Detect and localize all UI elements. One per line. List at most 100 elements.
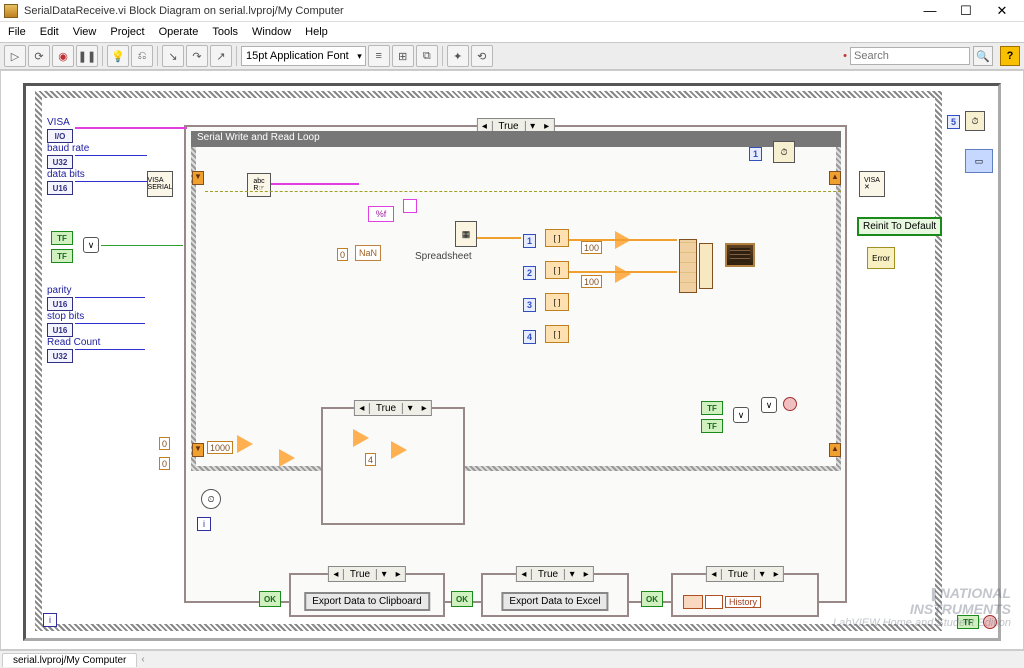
run-button[interactable]: ▷: [4, 45, 26, 67]
shift-reg-left-1[interactable]: [192, 171, 204, 185]
shift-reg-right-2[interactable]: [829, 443, 841, 457]
const-one[interactable]: 1: [749, 147, 762, 161]
distribute-button[interactable]: ⊞: [392, 45, 414, 67]
menu-view[interactable]: View: [67, 24, 103, 40]
index-array-2[interactable]: [ ]: [545, 261, 569, 279]
wait-until-next-ms-node[interactable]: ⏱: [965, 111, 985, 131]
export-case-1[interactable]: ◂True▾▸ Export Data to Clipboard: [289, 573, 445, 617]
divide-node-b[interactable]: [615, 265, 631, 283]
inner-case-structure[interactable]: ◂True▾▸: [321, 407, 465, 525]
const-idx1[interactable]: 1: [523, 234, 536, 248]
reinit-to-default-node[interactable]: Reinit To Default: [857, 217, 942, 236]
menu-operate[interactable]: Operate: [153, 24, 205, 40]
loop-stop-terminal[interactable]: [783, 397, 797, 411]
const-zero-idx[interactable]: 0: [337, 248, 348, 261]
wait-ms-node[interactable]: ⏱: [773, 141, 795, 163]
export-case-2-selector[interactable]: ◂True▾▸: [516, 566, 594, 582]
ok-button-3[interactable]: OK: [641, 591, 663, 607]
case-next-icon[interactable]: ▸: [540, 121, 554, 132]
search-button[interactable]: 🔍: [973, 46, 993, 66]
add-node[interactable]: [353, 429, 369, 447]
index-array-3[interactable]: [ ]: [545, 293, 569, 311]
divide-node-inner[interactable]: [391, 441, 407, 459]
shift-reg-left-2[interactable]: [192, 443, 204, 457]
step-into-button[interactable]: ↘: [162, 45, 184, 67]
outer-stop-bool[interactable]: TF: [957, 615, 979, 629]
export-case-3-selector[interactable]: ◂True▾▸: [706, 566, 784, 582]
export-clipboard-button[interactable]: Export Data to Clipboard: [304, 592, 430, 611]
const-four[interactable]: 4: [365, 453, 376, 466]
project-tab[interactable]: serial.lvproj/My Computer: [2, 653, 137, 667]
menu-help[interactable]: Help: [299, 24, 334, 40]
format-string-const[interactable]: %f: [368, 206, 394, 222]
const-zero-a[interactable]: 0: [159, 437, 170, 450]
control-baud-rate[interactable]: baud rateU32: [47, 143, 89, 169]
pause-button[interactable]: ❚❚: [76, 45, 98, 67]
reorder-button[interactable]: ⧉: [416, 45, 438, 67]
nan-const[interactable]: NaN: [355, 245, 381, 261]
menu-window[interactable]: Window: [246, 24, 297, 40]
select-node[interactable]: [279, 449, 295, 467]
menu-edit[interactable]: Edit: [34, 24, 65, 40]
history-prop-node[interactable]: [705, 595, 723, 609]
abort-button[interactable]: ◉: [52, 45, 74, 67]
search-input[interactable]: [850, 47, 970, 65]
greater-than-node[interactable]: [237, 435, 253, 453]
font-selector[interactable]: 15pt Application Font: [241, 46, 366, 66]
waveform-chart-indicator[interactable]: [725, 243, 755, 267]
control-parity[interactable]: parityU16: [47, 285, 73, 311]
boolean-control-b[interactable]: TF: [51, 249, 73, 263]
tab-control-indicator[interactable]: ▭: [965, 149, 993, 173]
stop-bool-a[interactable]: TF: [701, 401, 723, 415]
const-zero-b[interactable]: 0: [159, 457, 170, 470]
highlight-exec-button[interactable]: 💡: [107, 45, 129, 67]
index-array-4[interactable]: [ ]: [545, 325, 569, 343]
shift-reg-right-1[interactable]: [829, 171, 841, 185]
retain-wire-button[interactable]: ⎌: [131, 45, 153, 67]
or-node-stop[interactable]: ∨: [733, 407, 749, 423]
stop-bool-b[interactable]: TF: [701, 419, 723, 433]
ok-button-2[interactable]: OK: [451, 591, 473, 607]
bundle-node[interactable]: [679, 239, 697, 293]
tick-count-node[interactable]: ⏲: [201, 489, 221, 509]
export-case-2[interactable]: ◂True▾▸ Export Data to Excel: [481, 573, 629, 617]
outer-loop-stop[interactable]: [983, 615, 997, 629]
control-stop-bits[interactable]: stop bitsU16: [47, 311, 84, 337]
inner-case-selector[interactable]: ◂True▾▸: [354, 400, 432, 416]
const-idx3[interactable]: 3: [523, 298, 536, 312]
export-case-1-selector[interactable]: ◂True▾▸: [328, 566, 406, 582]
menu-tools[interactable]: Tools: [206, 24, 244, 40]
const-100-b[interactable]: 100: [581, 275, 602, 288]
export-case-3[interactable]: ◂True▾▸ History: [671, 573, 819, 617]
boolean-control-a[interactable]: TF: [51, 231, 73, 245]
const-idx2[interactable]: 2: [523, 266, 536, 280]
maximize-button[interactable]: ☐: [948, 1, 984, 21]
export-excel-button[interactable]: Export Data to Excel: [501, 592, 608, 611]
align-button[interactable]: ≡: [368, 45, 390, 67]
close-button[interactable]: ✕: [984, 1, 1020, 21]
visa-configure-serial-node[interactable]: VISASERIAL: [147, 171, 173, 197]
or-node[interactable]: ∨: [83, 237, 99, 253]
menu-project[interactable]: Project: [104, 24, 150, 40]
ok-button-1[interactable]: OK: [259, 591, 281, 607]
block-diagram-canvas[interactable]: VISAI/O baud rateU32 data bitsU16 parity…: [0, 70, 1024, 650]
visa-read-node[interactable]: abcR☞: [247, 173, 271, 197]
step-out-button[interactable]: ↗: [210, 45, 232, 67]
minimize-button[interactable]: —: [912, 1, 948, 21]
const-100-a[interactable]: 100: [581, 241, 602, 254]
context-help-button[interactable]: ?: [1000, 46, 1020, 66]
or-node-stop2[interactable]: ∨: [761, 397, 777, 413]
control-visa[interactable]: VISAI/O: [47, 117, 73, 143]
control-data-bits[interactable]: data bitsU16: [47, 169, 85, 195]
reorder2-button[interactable]: ⟲: [471, 45, 493, 67]
spreadsheet-to-array-node[interactable]: ▦: [455, 221, 477, 247]
build-array-node[interactable]: [699, 243, 713, 289]
visa-close-node[interactable]: VISA✕: [859, 171, 885, 197]
error-out-indicator[interactable]: Error: [867, 247, 895, 269]
control-read-count[interactable]: Read CountU32: [47, 337, 100, 363]
const-five[interactable]: 5: [947, 115, 960, 129]
step-over-button[interactable]: ↷: [186, 45, 208, 67]
index-array-1[interactable]: [ ]: [545, 229, 569, 247]
case-prev-icon[interactable]: ◂: [477, 121, 491, 132]
case-dropdown-icon[interactable]: ▾: [526, 121, 540, 132]
